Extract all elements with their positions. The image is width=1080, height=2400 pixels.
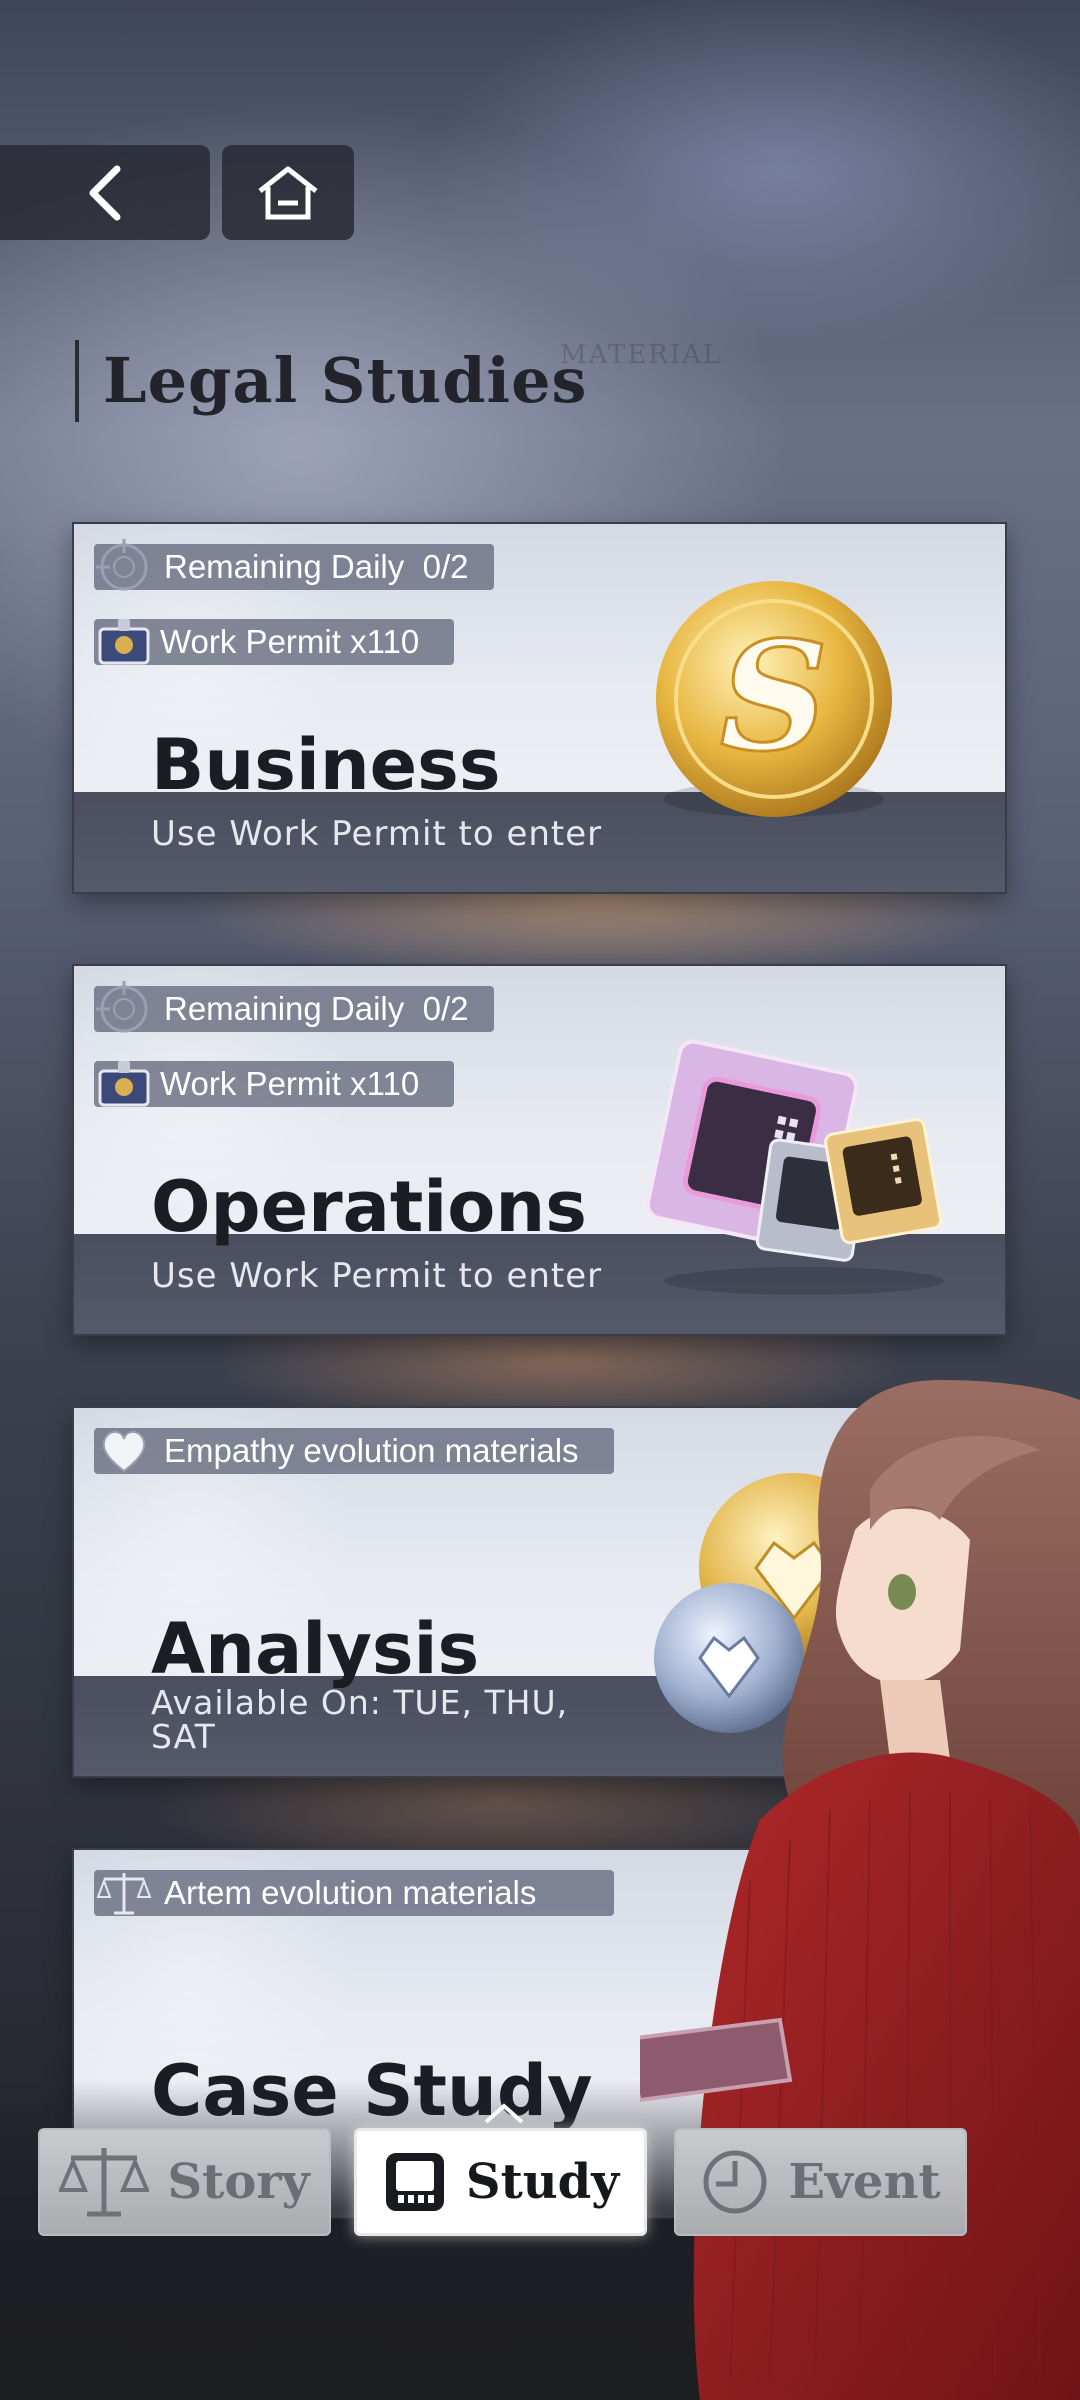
clock-icon (703, 2150, 767, 2214)
crosshair-icon (94, 980, 154, 1038)
card-subtitle: Use Work Permit to enter (151, 1256, 603, 1296)
home-icon (258, 166, 318, 219)
tab-story-label: Story (167, 2154, 310, 2210)
remaining-daily-value: 0/2 (422, 548, 469, 585)
card-subtitle: Use Work Permit to enter (151, 814, 603, 854)
card-title: Analysis (151, 1608, 480, 1690)
business-card[interactable]: Remaining Daily 0/2 Work Permit x110 S B… (72, 522, 1007, 894)
back-button[interactable] (0, 145, 210, 240)
operations-card[interactable]: Remaining Daily 0/2 Work Permit x110 Ope… (72, 964, 1007, 1336)
card-title: Operations (151, 1166, 587, 1248)
page-title: Legal Studies (75, 340, 587, 422)
page-title-watermark: MATERIAL (560, 340, 723, 370)
work-permit-tag: Work Permit x110 (94, 619, 454, 665)
remaining-daily-label: Remaining Daily (164, 548, 405, 585)
svg-text:S: S (720, 609, 828, 785)
material-tag: Empathy evolution materials (94, 1428, 614, 1474)
scales-icon (94, 1864, 154, 1922)
scales-icon (59, 2148, 150, 2217)
work-permit-tag: Work Permit x110 (94, 1061, 454, 1107)
material-label: Empathy evolution materials (164, 1432, 579, 1469)
chevron-left-icon (89, 165, 121, 220)
book-icon (385, 2153, 444, 2211)
work-permit-icon (94, 613, 154, 671)
chip-cards-icon (645, 1039, 944, 1295)
heart-coins-icon (654, 1473, 889, 1733)
tab-study-label: Study (465, 2154, 620, 2210)
tab-story[interactable]: Story (38, 2128, 331, 2236)
remaining-daily-value: 0/2 (422, 990, 469, 1027)
tab-event-label: Event (788, 2154, 941, 2210)
crosshair-icon (94, 538, 154, 596)
card-title: Business (151, 724, 501, 806)
card-subtitle: Available On: TUE, THU, SAT (151, 1683, 569, 1756)
material-tag: Artem evolution materials (94, 1870, 614, 1916)
remaining-daily-label: Remaining Daily (164, 990, 405, 1027)
analysis-card[interactable]: Empathy evolution materials Analysis Ava… (72, 1406, 1007, 1778)
home-button[interactable] (222, 145, 354, 240)
gold-coin-icon: S (656, 581, 892, 817)
material-label: Artem evolution materials (164, 1874, 537, 1911)
work-permit-label: Work Permit x110 (160, 1065, 420, 1102)
chevron-up-icon (484, 2103, 524, 2124)
remaining-daily-tag: Remaining Daily 0/2 (94, 981, 494, 1033)
heart-icon (94, 1422, 154, 1480)
remaining-daily-tag: Remaining Daily 0/2 (94, 539, 494, 591)
tab-event[interactable]: Event (674, 2128, 967, 2236)
tab-study[interactable]: Study (354, 2128, 647, 2236)
work-permit-icon (94, 1055, 154, 1113)
work-permit-label: Work Permit x110 (160, 623, 420, 660)
